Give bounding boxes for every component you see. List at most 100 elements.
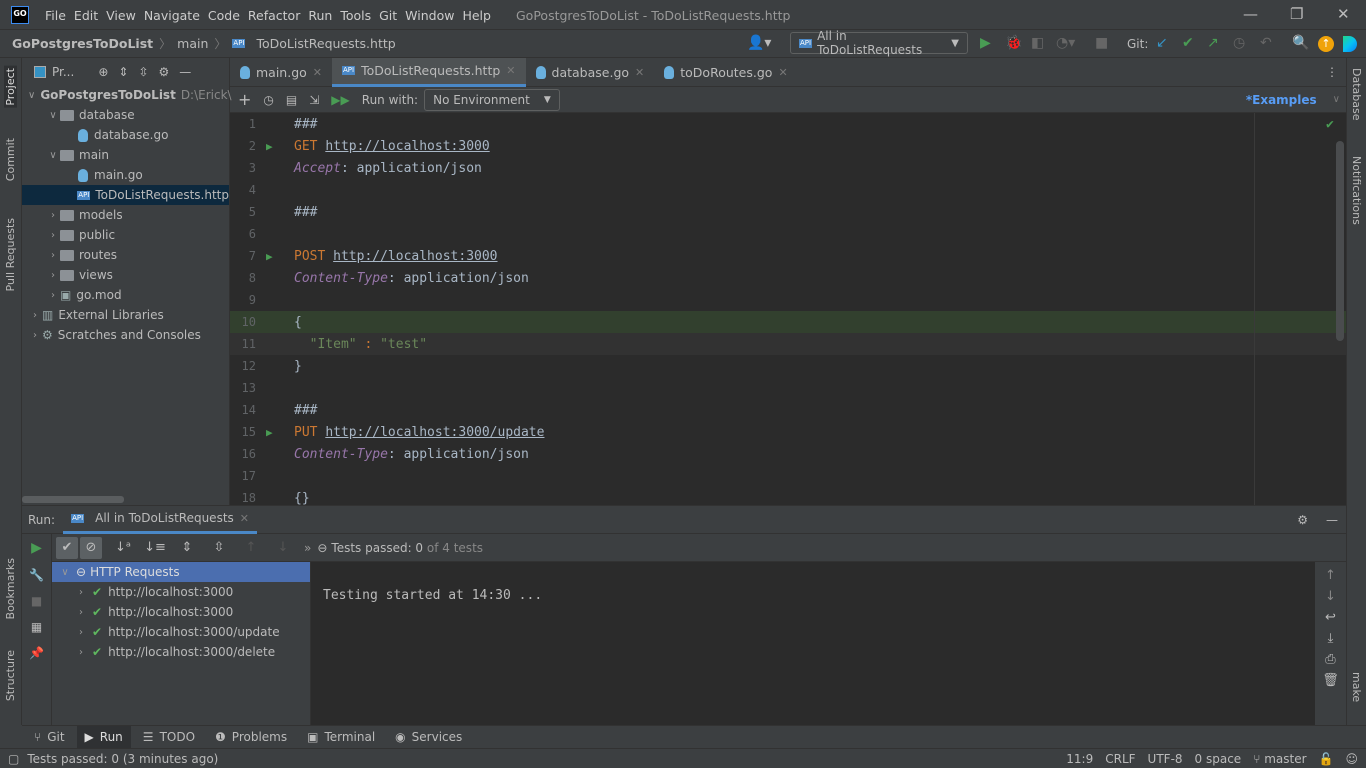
scroll-to-end-icon[interactable]: ⤓	[1315, 631, 1346, 646]
menu-tools[interactable]: Tools	[340, 8, 379, 23]
layout-icon[interactable]: ▦	[22, 620, 51, 634]
search-icon[interactable]: 🔍	[1292, 35, 1309, 51]
stripe-notifications[interactable]: Notifications	[1350, 156, 1363, 225]
caret-position[interactable]: 11:9	[1066, 752, 1093, 766]
maximize-button[interactable]: ❐	[1290, 5, 1303, 23]
run-request-icon[interactable]: ▶	[260, 426, 294, 439]
close-icon[interactable]: ✕	[635, 66, 644, 79]
test-item[interactable]: › ✔ http://localhost:3000/delete	[52, 642, 310, 662]
tree-item[interactable]: › public	[22, 225, 229, 245]
request-url[interactable]: http://localhost:3000/update	[325, 425, 544, 440]
examples-link[interactable]: *Examples	[1246, 93, 1317, 107]
more-tabs-icon[interactable]: ⋮	[1326, 65, 1338, 79]
environment-select[interactable]: No Environment ▼	[424, 88, 560, 111]
wrench-icon[interactable]: 🔧	[22, 568, 51, 582]
tool-tab-services[interactable]: ◉ Services	[387, 726, 470, 749]
collapse-all-icon[interactable]: ⇳	[138, 65, 148, 79]
print-icon[interactable]: ⎙	[1315, 652, 1346, 667]
update-icon[interactable]: ↑	[1318, 36, 1334, 52]
coverage-icon[interactable]: ◧	[1031, 35, 1044, 51]
previous-icon[interactable]: ↑	[240, 537, 262, 559]
tool-tab-terminal[interactable]: ▣ Terminal	[299, 726, 383, 749]
breadcrumb-folder[interactable]: main	[177, 36, 208, 51]
scroll-down-icon[interactable]: ↓	[1315, 589, 1346, 604]
toolbox-icon[interactable]	[1343, 36, 1357, 52]
stripe-bookmarks[interactable]: Bookmarks	[4, 558, 17, 619]
show-passed-icon[interactable]: ✔	[56, 536, 78, 559]
tree-item[interactable]: main.go	[22, 165, 229, 185]
sort-alpha-icon[interactable]: ↓ᵃ	[112, 537, 134, 559]
tree-item[interactable]: database.go	[22, 125, 229, 145]
tree-item[interactable]: › ▣ go.mod	[22, 285, 229, 305]
close-icon[interactable]: ✕	[240, 512, 249, 525]
code-editor[interactable]: 1 ### 2 ▶ GET http://localhost:3000 3 Accept: …	[230, 113, 1346, 505]
minimize-button[interactable]: —	[1243, 5, 1258, 23]
stripe-project[interactable]: Project	[4, 66, 17, 108]
menu-code[interactable]: Code	[208, 8, 248, 23]
gear-icon[interactable]: ⚙	[159, 65, 170, 79]
chevron-right-icon[interactable]: ›	[28, 330, 42, 341]
horizontal-scrollbar[interactable]	[22, 496, 124, 503]
close-icon[interactable]: ✕	[313, 66, 322, 79]
menu-edit[interactable]: Edit	[74, 8, 106, 23]
profile-icon[interactable]: ◔▾	[1056, 35, 1075, 51]
menu-help[interactable]: Help	[462, 8, 499, 23]
chevron-down-icon[interactable]: ∨	[46, 150, 60, 161]
git-branch[interactable]: master	[1264, 752, 1306, 766]
tree-item[interactable]: › routes	[22, 245, 229, 265]
run-icon[interactable]: ▶	[980, 35, 991, 51]
tree-item[interactable]: ∨ database	[22, 105, 229, 125]
pin-icon[interactable]: 📌	[22, 646, 51, 660]
run-request-icon[interactable]: ▶	[260, 140, 294, 153]
collapse-all-icon[interactable]: ⇳	[208, 537, 230, 559]
console-output[interactable]: Testing started at 14:30 ...	[311, 562, 1315, 726]
run-config-selector[interactable]: API All in ToDoListRequests ▼	[790, 29, 968, 57]
chevron-right-icon[interactable]: ›	[46, 250, 60, 261]
chevron-right-icon[interactable]: ›	[46, 230, 60, 241]
tool-tab-problems[interactable]: ❶ Problems	[207, 726, 295, 749]
menu-run[interactable]: Run	[308, 8, 340, 23]
chevron-right-icon[interactable]: ›	[46, 290, 60, 301]
close-icon[interactable]: ✕	[778, 66, 787, 79]
menu-navigate[interactable]: Navigate	[144, 8, 208, 23]
git-push-icon[interactable]: ↗	[1207, 35, 1219, 51]
tab-todolistrequests-http[interactable]: API ToDoListRequests.http ✕	[332, 57, 526, 87]
run-tab[interactable]: API All in ToDoListRequests ✕	[63, 506, 257, 534]
vertical-scrollbar[interactable]	[1336, 141, 1344, 341]
rollback-icon[interactable]: ↶	[1260, 35, 1272, 51]
tab-database-go[interactable]: database.go ✕	[526, 58, 655, 87]
tree-item[interactable]: › views	[22, 265, 229, 285]
next-icon[interactable]: ↓	[272, 537, 294, 559]
chevron-right-icon[interactable]: ›	[74, 587, 88, 598]
project-panel-title[interactable]: Pr...	[52, 65, 74, 79]
rerun-icon[interactable]: ▶	[22, 540, 51, 556]
run-all-icon[interactable]: ▶▶	[331, 93, 349, 107]
indent-setting[interactable]: 0 space	[1195, 752, 1242, 766]
hide-icon[interactable]: —	[1326, 513, 1338, 527]
import-icon[interactable]: ⇲	[309, 93, 319, 107]
sort-duration-icon[interactable]: ↓≡	[144, 537, 166, 559]
stripe-make[interactable]: make	[1350, 672, 1363, 702]
tab-main-go[interactable]: main.go ✕	[230, 58, 332, 87]
chevron-down-icon[interactable]: ∨	[46, 110, 60, 121]
stop-icon[interactable]: ■	[1095, 35, 1108, 51]
user-icon[interactable]: 👤▾	[747, 35, 771, 51]
inspector-icon[interactable]: ☺	[1345, 752, 1358, 766]
tab-todoroutes-go[interactable]: toDoRoutes.go ✕	[654, 58, 797, 87]
tool-tab-todo[interactable]: ☰ TODO	[135, 726, 203, 749]
debug-icon[interactable]: 🐞	[1005, 35, 1022, 51]
tree-item[interactable]: ∨ GoPostgresToDoList D:\Erick\	[22, 85, 232, 105]
expand-all-icon[interactable]: ⇕	[118, 65, 128, 79]
tree-item[interactable]: ∨ main	[22, 145, 229, 165]
test-item[interactable]: › ✔ http://localhost:3000/update	[52, 622, 310, 642]
chevron-down-icon[interactable]: ∨	[28, 90, 35, 101]
request-url[interactable]: http://localhost:3000	[333, 249, 497, 264]
history-icon[interactable]: ◷	[263, 93, 273, 107]
git-commit-icon[interactable]: ✔	[1182, 35, 1194, 51]
tree-item[interactable]: › ▥ External Libraries	[22, 305, 229, 325]
close-icon[interactable]: ✕	[506, 64, 515, 77]
show-ignored-icon[interactable]: ⊘	[80, 536, 102, 559]
line-separator[interactable]: CRLF	[1105, 752, 1135, 766]
status-message[interactable]: Tests passed: 0 (3 minutes ago)	[27, 752, 218, 766]
chevron-right-icon[interactable]: ›	[28, 310, 42, 321]
